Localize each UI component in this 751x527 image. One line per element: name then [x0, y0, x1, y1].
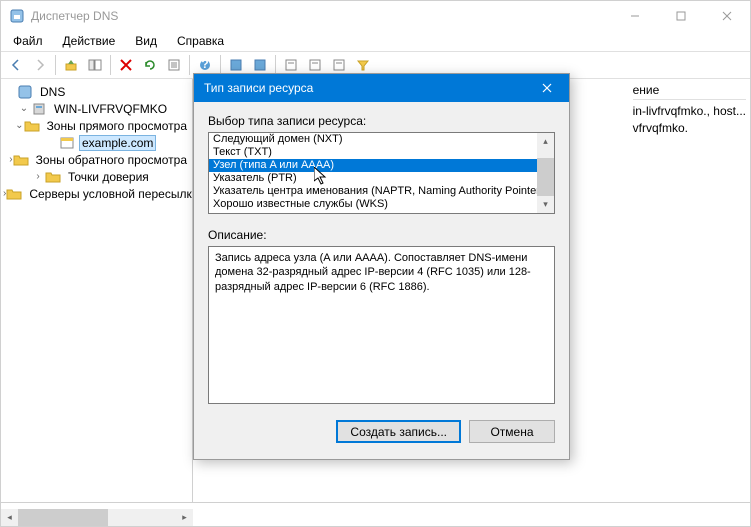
description-box: Запись адреса узла (A или AAAA). Сопоста…: [208, 246, 555, 404]
back-button[interactable]: [5, 54, 27, 76]
server-icon: [31, 101, 47, 117]
titlebar: Диспетчер DNS: [1, 1, 750, 31]
tree-reverse-zones[interactable]: › Зоны обратного просмотра: [3, 151, 190, 168]
scroll-thumb[interactable]: [537, 158, 554, 196]
menubar: Файл Действие Вид Справка: [1, 31, 750, 51]
tree-zone-example[interactable]: example.com: [3, 134, 190, 151]
menu-view[interactable]: Вид: [131, 32, 161, 50]
folder-icon: [6, 186, 22, 202]
dialog-close-button[interactable]: [524, 74, 569, 102]
properties-button[interactable]: [163, 54, 185, 76]
svg-text:?: ?: [201, 58, 208, 71]
tree-forward-zones[interactable]: ⌄ Зоны прямого просмотра: [3, 117, 190, 134]
scroll-up-button[interactable]: ▴: [537, 133, 554, 150]
forward-button[interactable]: [29, 54, 51, 76]
close-button[interactable]: [704, 1, 750, 31]
list-item[interactable]: Указатель (PTR): [209, 172, 537, 185]
description-label: Описание:: [208, 228, 555, 242]
maximize-button[interactable]: [658, 1, 704, 31]
list-item[interactable]: Следующий домен (NXT): [209, 133, 537, 146]
select-type-label: Выбор типа записи ресурса:: [208, 114, 555, 128]
listbox-scrollbar[interactable]: ▴ ▾: [537, 133, 554, 213]
tree-root-dns[interactable]: DNS: [3, 83, 190, 100]
create-record-button[interactable]: Создать запись...: [336, 420, 461, 443]
scroll-down-button[interactable]: ▾: [537, 196, 554, 213]
tree-server[interactable]: ⌄ WIN-LIVFRVQFMKO: [3, 100, 190, 117]
list-partial-content: ение in-livfrvqfmko., host... vfrvqfmko.: [633, 83, 746, 138]
resource-record-type-dialog: Тип записи ресурса Выбор типа записи рес…: [193, 73, 570, 460]
cancel-button[interactable]: Отмена: [469, 420, 555, 443]
tree-conditional-forwarders[interactable]: › Серверы условной пересылки: [3, 185, 190, 202]
folder-icon: [13, 152, 29, 168]
scroll-right-button[interactable]: ▸: [176, 509, 193, 526]
menu-action[interactable]: Действие: [59, 32, 120, 50]
dialog-title: Тип записи ресурса: [204, 81, 313, 95]
record-type-listbox[interactable]: Следующий домен (NXT) Текст (TXT) Узел (…: [208, 132, 555, 214]
dns-app-icon: [9, 8, 25, 24]
list-item-selected[interactable]: Узел (типа A или AAAA): [209, 159, 537, 172]
dns-icon: [17, 84, 33, 100]
statusbar: ◂ ▸: [1, 502, 750, 526]
tree-pane: DNS ⌄ WIN-LIVFRVQFMKO ⌄ Зоны прямого про…: [1, 79, 193, 502]
up-button[interactable]: [60, 54, 82, 76]
minimize-button[interactable]: [612, 1, 658, 31]
menu-file[interactable]: Файл: [9, 32, 47, 50]
list-item[interactable]: Хорошо известные службы (WKS): [209, 198, 537, 211]
zone-icon: [59, 135, 75, 151]
show-hide-tree-button[interactable]: [84, 54, 106, 76]
tree-trust-points[interactable]: › Точки доверия: [3, 168, 190, 185]
list-item[interactable]: Текст (TXT): [209, 146, 537, 159]
delete-button[interactable]: [115, 54, 137, 76]
scroll-left-button[interactable]: ◂: [1, 509, 18, 526]
refresh-button[interactable]: [139, 54, 161, 76]
menu-help[interactable]: Справка: [173, 32, 228, 50]
tree-horizontal-scrollbar[interactable]: ◂ ▸: [1, 509, 193, 526]
folder-icon: [24, 118, 40, 134]
window-title: Диспетчер DNS: [31, 9, 118, 23]
list-item[interactable]: Указатель центра именования (NAPTR, Nami…: [209, 185, 537, 198]
scroll-thumb[interactable]: [18, 509, 108, 526]
dialog-titlebar: Тип записи ресурса: [194, 74, 569, 102]
folder-icon: [45, 169, 61, 185]
